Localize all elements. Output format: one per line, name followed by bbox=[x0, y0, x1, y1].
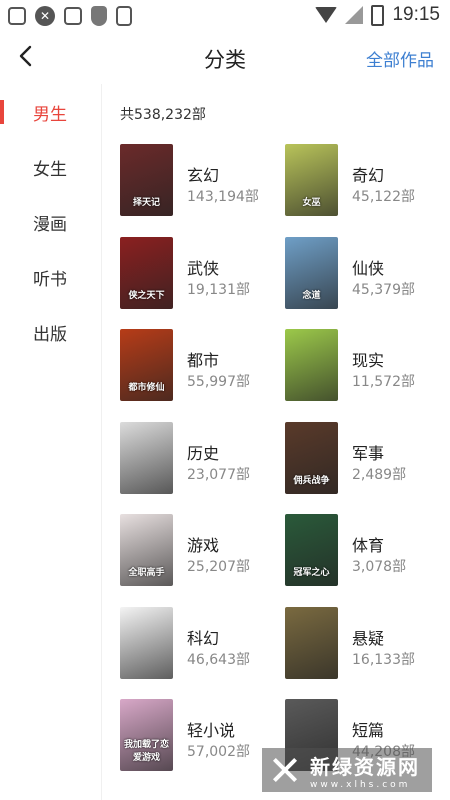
book-cover-title: 择天记 bbox=[132, 198, 160, 208]
category-card[interactable]: 现实 11,572部 bbox=[285, 329, 445, 403]
book-cover-image: 女巫 bbox=[285, 144, 338, 216]
status-right-icons: 19:15 bbox=[315, 4, 440, 26]
category-card[interactable]: 科幻 46,643部 bbox=[120, 607, 280, 681]
category-card[interactable]: 佣兵战争 军事 2,489部 bbox=[285, 422, 445, 496]
book-cover-image: 侠之天下 bbox=[120, 237, 173, 309]
book-cover-title: 全职高手 bbox=[128, 568, 165, 578]
book-cover-image bbox=[120, 422, 173, 494]
category-count: 46,643部 bbox=[187, 652, 250, 668]
category-name: 现实 bbox=[352, 351, 385, 370]
status-bar: ✕ 19:15 bbox=[0, 0, 450, 32]
watermark-logo-icon bbox=[268, 753, 302, 787]
category-count: 19,131部 bbox=[187, 282, 250, 298]
category-card[interactable]: 全职高手 游戏 25,207部 bbox=[120, 514, 280, 588]
book-cover-title: 都市修仙 bbox=[128, 383, 165, 393]
category-name: 武侠 bbox=[187, 259, 220, 278]
book-cover-title: 念道 bbox=[302, 291, 321, 301]
category-card[interactable]: 侠之天下 武侠 19,131部 bbox=[120, 237, 280, 311]
book-cover-image bbox=[285, 607, 338, 679]
category-name: 奇幻 bbox=[352, 166, 385, 185]
book-cover-image: 全职高手 bbox=[120, 514, 173, 586]
category-name: 科幻 bbox=[187, 629, 220, 648]
watermark-subtitle: www.xlhs.com bbox=[310, 779, 411, 790]
wifi-icon bbox=[315, 7, 338, 23]
book-cover-image bbox=[120, 607, 173, 679]
category-card[interactable]: 女巫 奇幻 45,122部 bbox=[285, 144, 445, 218]
book-cover-image bbox=[285, 329, 338, 401]
category-card[interactable]: 历史 23,077部 bbox=[120, 422, 280, 496]
book-cover-image: 念道 bbox=[285, 237, 338, 309]
watermark-title: 新绿资源网 bbox=[310, 754, 420, 779]
sidebar-item-comics[interactable]: 漫画 bbox=[0, 202, 100, 242]
book-cover-image: 佣兵战争 bbox=[285, 422, 338, 494]
battery-charging-icon bbox=[371, 4, 385, 26]
category-name: 都市 bbox=[187, 351, 220, 370]
book-cover-title: 女巫 bbox=[302, 198, 321, 208]
bug-icon bbox=[64, 7, 82, 25]
category-name: 轻小说 bbox=[187, 721, 236, 740]
category-name: 短篇 bbox=[352, 721, 385, 740]
category-count: 55,997部 bbox=[187, 374, 250, 390]
category-count: 2,489部 bbox=[352, 467, 407, 483]
book-cover-image: 都市修仙 bbox=[120, 329, 173, 401]
category-card[interactable]: 冠军之心 体育 3,078部 bbox=[285, 514, 445, 588]
category-name: 历史 bbox=[187, 444, 220, 463]
category-name: 军事 bbox=[352, 444, 385, 463]
close-circle-icon: ✕ bbox=[35, 6, 55, 26]
category-count: 57,002部 bbox=[187, 744, 250, 760]
sidebar-divider bbox=[101, 84, 102, 800]
category-card[interactable]: 都市修仙 都市 55,997部 bbox=[120, 329, 280, 403]
toggle-icon bbox=[116, 6, 132, 26]
category-card[interactable]: 择天记 玄幻 143,194部 bbox=[120, 144, 280, 218]
watermark: 新绿资源网 www.xlhs.com bbox=[262, 748, 432, 792]
category-count: 45,122部 bbox=[352, 189, 415, 205]
category-name: 悬疑 bbox=[352, 629, 385, 648]
book-cover-title: 侠之天下 bbox=[128, 291, 165, 301]
category-count: 3,078部 bbox=[352, 559, 407, 575]
shield-icon bbox=[91, 6, 107, 26]
category-card[interactable]: 我加载了恋爱游戏 轻小说 57,002部 bbox=[120, 699, 280, 773]
category-count: 16,133部 bbox=[352, 652, 415, 668]
category-card[interactable]: 悬疑 16,133部 bbox=[285, 607, 445, 681]
book-cover-image: 冠军之心 bbox=[285, 514, 338, 586]
cup-icon bbox=[8, 7, 26, 25]
category-sidebar: 男生 女生 漫画 听书 出版 bbox=[0, 84, 100, 800]
book-cover-title: 佣兵战争 bbox=[293, 476, 330, 486]
category-card[interactable]: 念道 仙侠 45,379部 bbox=[285, 237, 445, 311]
category-count: 23,077部 bbox=[187, 467, 250, 483]
category-count: 25,207部 bbox=[187, 559, 250, 575]
top-app-bar: 分类 全部作品 bbox=[0, 32, 450, 84]
total-count: 共538,232部 bbox=[120, 107, 206, 123]
category-name: 玄幻 bbox=[187, 166, 220, 185]
category-name: 仙侠 bbox=[352, 259, 385, 278]
sidebar-item-audiobooks[interactable]: 听书 bbox=[0, 257, 100, 297]
book-cover-image: 择天记 bbox=[120, 144, 173, 216]
category-count: 11,572部 bbox=[352, 374, 415, 390]
all-works-link[interactable]: 全部作品 bbox=[366, 46, 434, 71]
status-left-icons: ✕ bbox=[8, 6, 132, 26]
book-cover-title: 我加载了恋爱游戏 bbox=[123, 740, 169, 763]
sidebar-item-male[interactable]: 男生 bbox=[0, 92, 100, 132]
category-name: 游戏 bbox=[187, 536, 220, 555]
status-time: 19:15 bbox=[392, 4, 440, 25]
category-count: 45,379部 bbox=[352, 282, 415, 298]
sidebar-item-female[interactable]: 女生 bbox=[0, 147, 100, 187]
category-count: 143,194部 bbox=[187, 189, 259, 205]
book-cover-title: 冠军之心 bbox=[293, 568, 330, 578]
sidebar-item-publishing[interactable]: 出版 bbox=[0, 312, 100, 352]
no-signal-icon bbox=[345, 6, 364, 24]
category-name: 体育 bbox=[352, 536, 385, 555]
book-cover-image: 我加载了恋爱游戏 bbox=[120, 699, 173, 771]
